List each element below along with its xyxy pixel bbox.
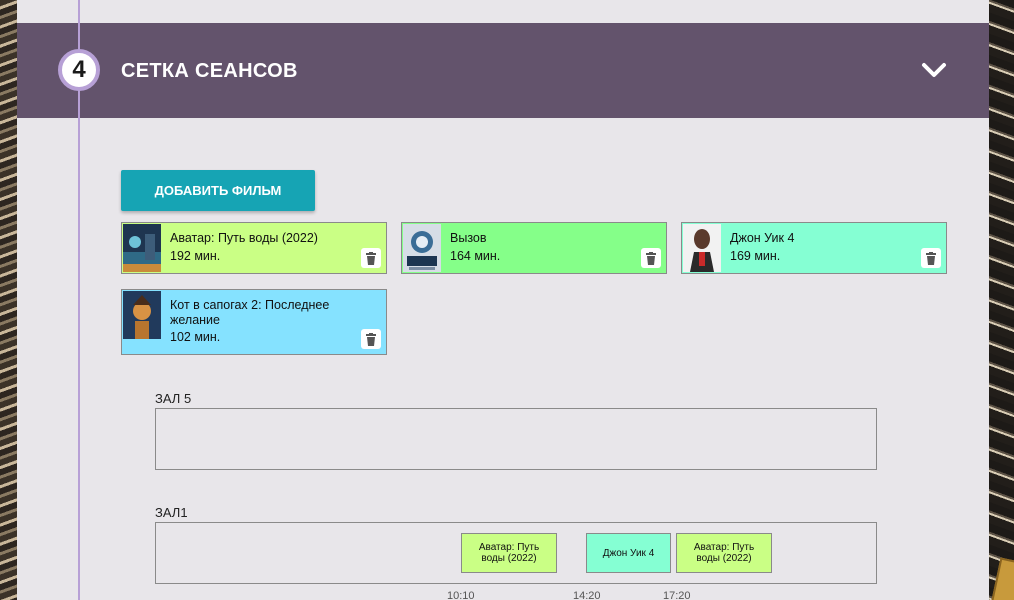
session-start-time: 10:10: [447, 590, 475, 600]
hall-name: ЗАЛ 5: [155, 391, 192, 406]
session-block[interactable]: Джон Уик 4: [586, 533, 671, 573]
movie-poster: [123, 291, 161, 339]
movie-poster: [123, 224, 161, 272]
movie-duration: 102 мин.: [170, 330, 221, 344]
background-left: [0, 0, 17, 600]
session-start-time: 17:20: [663, 590, 691, 600]
movie-poster: [683, 224, 721, 272]
section-title: СЕТКА СЕАНСОВ: [121, 60, 298, 82]
movie-title: Аватар: Путь воды (2022): [170, 231, 318, 245]
movie-duration: 192 мин.: [170, 249, 221, 263]
step-number-badge: 4: [58, 49, 100, 91]
movie-title: Джон Уик 4: [730, 231, 795, 245]
background-right: [989, 0, 1014, 600]
add-movie-button[interactable]: ДОБАВИТЬ ФИЛЬМ: [121, 170, 315, 211]
movie-card[interactable]: Джон Уик 4 169 мин.: [681, 222, 947, 274]
hall-timeline[interactable]: Аватар: Путь воды (2022) Джон Уик 4 Ават…: [155, 522, 877, 584]
movie-card[interactable]: Кот в сапогах 2: Последнее желание 102 м…: [121, 289, 387, 355]
movie-duration: 164 мин.: [450, 249, 501, 263]
movie-duration: 169 мин.: [730, 249, 781, 263]
session-block[interactable]: Аватар: Путь воды (2022): [461, 533, 557, 573]
movie-card[interactable]: Аватар: Путь воды (2022) 192 мин.: [121, 222, 387, 274]
session-start-time: 14:20: [573, 590, 601, 600]
movie-poster: [403, 224, 441, 272]
trash-icon[interactable]: [921, 248, 941, 268]
hall-timeline[interactable]: [155, 408, 877, 470]
hall-name: ЗАЛ1: [155, 505, 188, 520]
movie-title: Вызов: [450, 231, 487, 245]
session-block[interactable]: Аватар: Путь воды (2022): [676, 533, 772, 573]
trash-icon[interactable]: [361, 248, 381, 268]
trash-icon[interactable]: [361, 329, 381, 349]
trash-icon[interactable]: [641, 248, 661, 268]
movie-card[interactable]: Вызов 164 мин.: [401, 222, 667, 274]
movie-title: Кот в сапогах 2: Последнее желание: [170, 298, 330, 327]
chevron-down-icon[interactable]: [920, 58, 948, 82]
